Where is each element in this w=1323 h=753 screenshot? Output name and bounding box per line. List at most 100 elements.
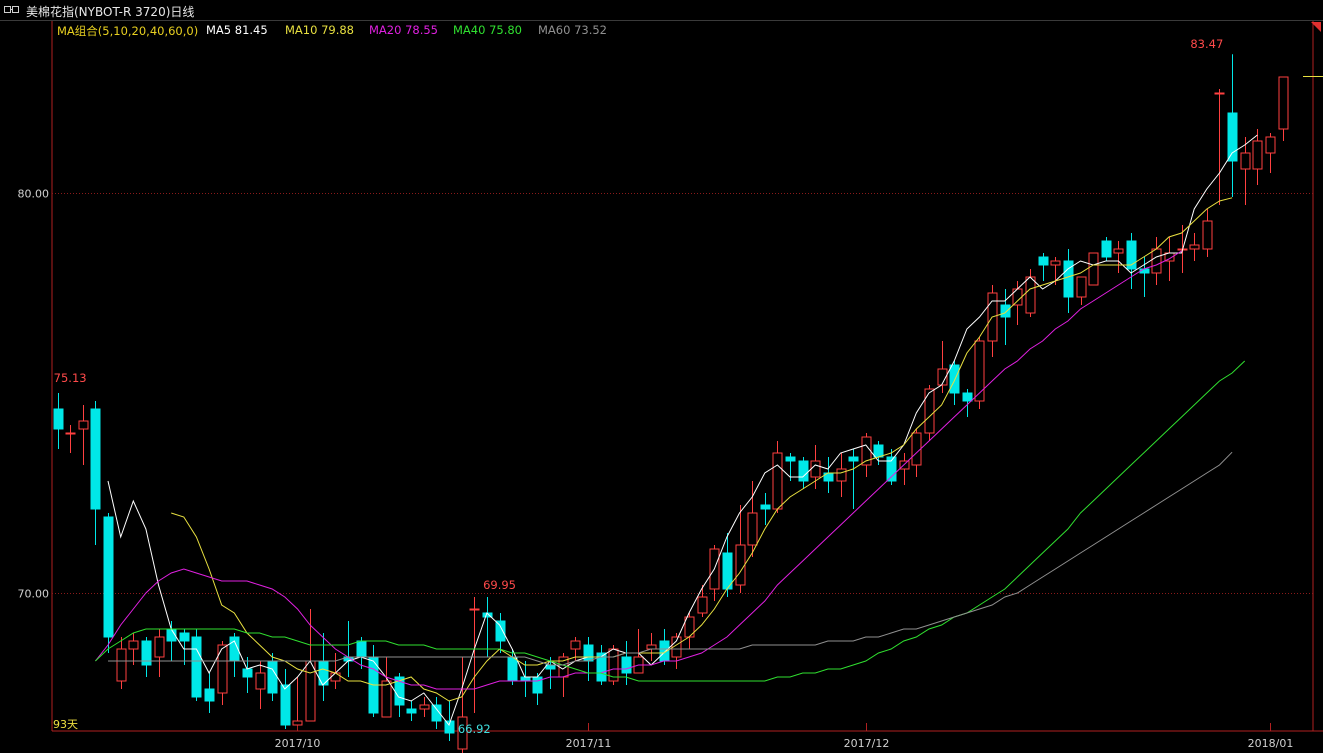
candle (1227, 54, 1238, 197)
candle-body (179, 632, 190, 642)
candle-body (1088, 252, 1099, 286)
candle (735, 505, 746, 593)
candle-body (1151, 248, 1162, 274)
candle (596, 645, 607, 685)
candle-body (836, 468, 847, 482)
candle (949, 361, 960, 405)
candle (65, 425, 76, 453)
candle (836, 453, 847, 497)
window-icon[interactable] (4, 6, 20, 14)
price-annotation: 69.95 (483, 578, 516, 592)
candle-body (116, 648, 127, 682)
candle-body (330, 672, 341, 682)
candle (78, 405, 89, 465)
candle (848, 449, 859, 509)
candle-body (1189, 244, 1200, 250)
x-tick-label: 2017/12 (844, 737, 890, 750)
candle (154, 629, 165, 677)
candle (90, 401, 101, 545)
candle (229, 633, 240, 677)
legend-ma10: MA10 79.88 (285, 23, 354, 37)
candle-body (1000, 304, 1011, 318)
candle-body (419, 704, 430, 710)
candle-body (924, 388, 935, 434)
candle-body (520, 676, 531, 682)
candle (292, 677, 303, 726)
candle (1126, 233, 1137, 289)
candle-body (90, 408, 101, 510)
candle (671, 633, 682, 669)
candle (457, 657, 468, 753)
candle (772, 441, 783, 513)
candle-body (103, 516, 114, 638)
corner-marker-icon (1311, 22, 1321, 32)
candle-body (128, 640, 139, 650)
candle (381, 657, 392, 718)
candle (1063, 249, 1074, 313)
candle-body (583, 644, 594, 662)
candle-body (495, 620, 506, 642)
candle-body (911, 432, 922, 466)
candle (482, 597, 493, 657)
candle-body (1038, 256, 1049, 266)
candle-body (154, 636, 165, 658)
candle (659, 629, 670, 665)
title-bar: 美棉花指(NYBOT-R 3720)日线 (0, 0, 1323, 21)
candle-body (1252, 140, 1263, 170)
x-tick-label: 2017/10 (275, 737, 321, 750)
candle-body (785, 456, 796, 462)
price-annotation: 66.92 (458, 722, 491, 736)
legend-ma60: MA60 73.52 (538, 23, 607, 37)
ma-line-ma40 (95, 360, 1246, 682)
candle (318, 633, 329, 701)
candle (469, 597, 480, 713)
candle (116, 637, 127, 689)
candle-body (255, 672, 266, 690)
candle-body (280, 684, 291, 726)
candle (419, 697, 430, 717)
candle-body (735, 544, 746, 586)
candle (974, 337, 985, 409)
candle (280, 669, 291, 729)
candle (861, 433, 872, 477)
candle-body (772, 452, 783, 510)
candle-body (292, 720, 303, 726)
candle (507, 649, 518, 685)
candle (1025, 269, 1036, 317)
ma-line-ma60 (108, 451, 1233, 666)
candle (532, 673, 543, 705)
candle (406, 701, 417, 721)
candle-body (1227, 112, 1238, 162)
candle (1076, 276, 1087, 305)
candle-body (356, 640, 367, 658)
candle-body (267, 660, 278, 694)
candle (1151, 237, 1162, 285)
candle-body (406, 708, 417, 714)
candle-body (1240, 152, 1251, 170)
candle-body (962, 392, 973, 402)
candle (330, 653, 341, 689)
candle (899, 453, 910, 485)
candle (646, 633, 657, 661)
candle-body (204, 688, 215, 702)
candle (760, 493, 771, 525)
candle-body (848, 456, 859, 462)
candle (255, 661, 266, 709)
candle-body (1214, 92, 1225, 95)
candle (1113, 241, 1124, 273)
candle (1101, 237, 1112, 261)
candle-body (760, 504, 771, 510)
candle-body (65, 432, 76, 435)
candle (1202, 209, 1213, 257)
candle-body (305, 660, 316, 722)
candle (962, 389, 973, 417)
candle (267, 653, 278, 701)
candle-body (646, 644, 657, 650)
y-tick-label: 70.00 (18, 588, 50, 601)
candle-body (1101, 240, 1112, 258)
ma-line-ma20 (95, 250, 1182, 690)
candle (1240, 137, 1251, 205)
candle-body (532, 676, 543, 694)
candle (179, 629, 190, 665)
legend-ma5: MA5 81.45 (206, 23, 268, 37)
